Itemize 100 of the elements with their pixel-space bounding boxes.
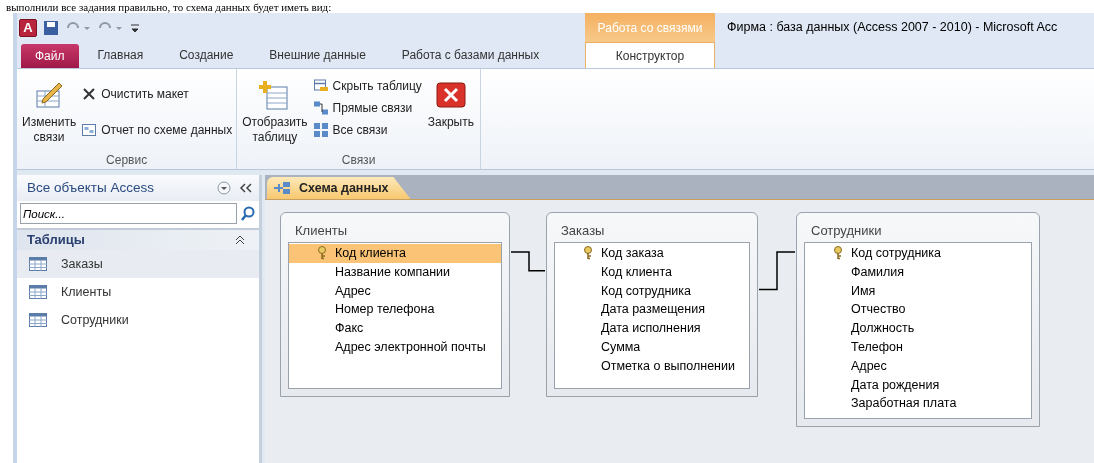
field-row[interactable]: Код клиента [289, 244, 501, 263]
field-row[interactable]: Имя [805, 281, 1031, 301]
table-title: Клиенты [294, 222, 349, 240]
search-icon[interactable] [240, 205, 256, 222]
ribbon-tab[interactable]: Работа с базами данных [384, 42, 557, 68]
field-row[interactable]: Факс [289, 319, 501, 338]
relationship-icon [273, 181, 291, 195]
field-row[interactable]: Дата исполнения [555, 319, 749, 338]
field-name: Адрес электронной почты [335, 339, 486, 356]
key-icon [583, 246, 593, 261]
item-label: Сотрудники [61, 311, 129, 329]
relationship-line[interactable] [758, 251, 796, 291]
relationship-icon [312, 100, 329, 116]
ribbon-button[interactable]: Изменить связи [21, 73, 78, 145]
field-row[interactable]: Телефон [805, 338, 1031, 357]
ribbon-button[interactable]: Скрыть таблицу [312, 77, 422, 95]
field-name: Дата исполнения [601, 320, 701, 338]
ribbon-tab[interactable]: Конструктор [585, 42, 715, 68]
table-window[interactable]: Клиенты Код клиента Название компании Адрес Номер телефона Факс Адрес электронной почты [280, 212, 510, 397]
item-label: Клиенты [61, 283, 112, 301]
field-name: Номер телефона [335, 301, 435, 319]
add-table-icon [258, 79, 291, 111]
field-name: Код клиента [335, 245, 406, 262]
window-title: Фирма : база данных (Access 2007 - 2010) - Microsoft Acc [726, 19, 1058, 37]
ribbon-tab[interactable]: Создание [162, 42, 251, 68]
close-icon [81, 86, 98, 102]
navigation-item[interactable]: Заказы [17, 250, 259, 278]
group-label: Сервис [105, 152, 149, 169]
field-name: Адрес [335, 282, 371, 300]
relationship-line[interactable] [510, 251, 546, 272]
group-title: Таблицы [27, 231, 86, 250]
item-label: Заказы [61, 255, 103, 273]
navigation-item[interactable]: Клиенты [17, 278, 259, 306]
field-name: Отметка о выполнении [601, 357, 735, 375]
field-name: Код заказа [601, 245, 664, 262]
field-row[interactable]: Код сотрудника [805, 244, 1031, 263]
table-icon [29, 313, 47, 327]
field-name: Должность [851, 320, 915, 338]
document-tab[interactable]: Схема данных [267, 177, 411, 199]
app-logo[interactable]: A [19, 18, 37, 37]
field-name: Название компании [335, 263, 451, 281]
relationships-icon [312, 122, 329, 138]
field-row[interactable]: Отчество [805, 300, 1031, 320]
field-row[interactable]: Заработная плата [805, 394, 1031, 414]
document-text: выполнили все задания правильно, то схема данных будет иметь вид: [6, 1, 332, 13]
field-name: Отчество [851, 301, 906, 319]
key-icon [317, 246, 327, 261]
ribbon-tab[interactable]: Файл [21, 44, 79, 68]
field-row[interactable]: Адрес [805, 356, 1031, 376]
table-icon [29, 285, 47, 299]
table-window[interactable]: Заказы Код заказа Код клиента Код сотрудника Дата размещения Дата исполнения Сумма Отметка о выполнении [546, 212, 758, 397]
ribbon-button[interactable]: Закрыть [425, 73, 476, 130]
ribbon-tab[interactable]: Главная [80, 42, 161, 68]
field-row[interactable]: Сумма [555, 338, 749, 357]
field-row[interactable]: Код клиента [555, 262, 749, 282]
collapse-icon[interactable] [239, 182, 253, 194]
collapse-icon[interactable] [235, 235, 245, 245]
field-name: Код сотрудника [851, 245, 942, 262]
save-icon[interactable] [43, 19, 59, 36]
field-name: Дата рождения [851, 376, 940, 394]
field-row[interactable]: Должность [805, 319, 1031, 338]
field-name: Код сотрудника [601, 282, 692, 300]
navigation-item[interactable]: Сотрудники [17, 306, 259, 334]
pane-title: Все объекты Access [27, 178, 155, 197]
table-title: Заказы [560, 222, 606, 240]
table-window[interactable]: Сотрудники Код сотрудника Фамилия Имя Отчество Должность Телефон Адрес Дата рождения Заработная плата [796, 212, 1040, 427]
table-icon [29, 257, 47, 271]
search-field[interactable]: Поиск... [20, 203, 237, 224]
field-name: Фамилия [851, 263, 905, 281]
ribbon-button[interactable]: Все связи [312, 121, 422, 139]
report-icon [81, 122, 98, 138]
field-name: Имя [851, 282, 876, 300]
field-row[interactable]: Номер телефона [289, 300, 501, 320]
field-row[interactable]: Код сотрудника [555, 281, 749, 301]
context-tab-group: Работа со связями [585, 13, 715, 42]
field-row[interactable]: Дата рождения [805, 375, 1031, 395]
field-row[interactable]: Отметка о выполнении [555, 356, 749, 376]
ribbon-tab[interactable]: Внешние данные [252, 42, 383, 68]
field-name: Код клиента [601, 263, 672, 281]
dropdown-icon[interactable] [217, 181, 231, 195]
field-row[interactable]: Код заказа [555, 244, 749, 263]
field-row[interactable]: Адрес электронной почты [289, 338, 501, 357]
group-header[interactable]: Таблицы [17, 228, 259, 250]
close-icon [434, 79, 467, 111]
hide-table-icon [312, 78, 329, 94]
field-name: Сумма [601, 339, 641, 356]
field-name: Адрес [851, 357, 887, 375]
key-icon [833, 246, 843, 261]
ribbon-button[interactable]: Отобразить таблицу [241, 73, 309, 145]
ribbon-button[interactable]: Отчет по схеме данных [81, 121, 233, 139]
field-name: Заработная плата [851, 395, 957, 413]
field-name: Телефон [851, 339, 903, 356]
field-row[interactable]: Название компании [289, 262, 501, 282]
ribbon-button[interactable]: Прямые связи [312, 99, 422, 117]
field-row[interactable]: Фамилия [805, 262, 1031, 282]
field-row[interactable]: Дата размещения [555, 300, 749, 320]
field-name: Факс [335, 320, 364, 338]
ribbon-button[interactable]: Очистить макет [81, 85, 233, 103]
field-row[interactable]: Адрес [289, 281, 501, 301]
table-title: Сотрудники [810, 222, 883, 240]
